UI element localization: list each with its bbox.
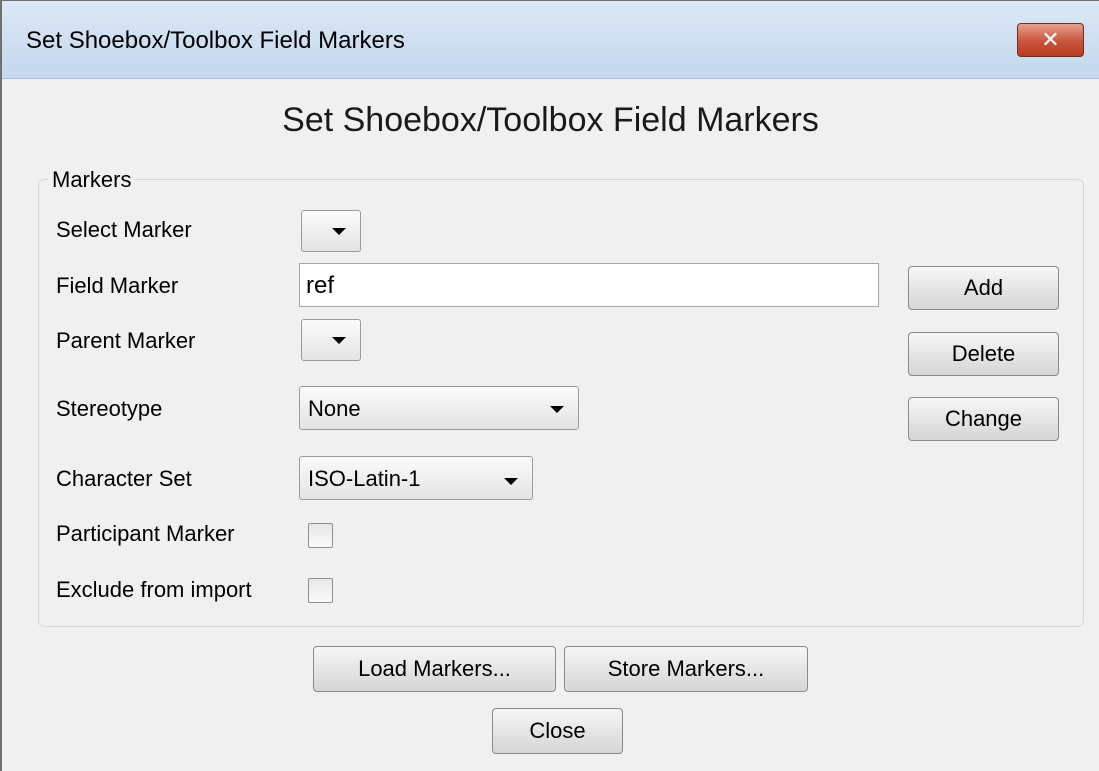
load-markers-button[interactable]: Load Markers... <box>313 646 556 692</box>
close-button[interactable]: Close <box>492 708 623 754</box>
field-marker-input[interactable]: ref <box>299 263 879 307</box>
chevron-down-icon <box>550 406 564 413</box>
exclude-from-import-label: Exclude from import <box>56 577 252 602</box>
character-set-dropdown[interactable]: ISO-Latin-1 <box>299 456 533 500</box>
parent-marker-dropdown[interactable] <box>301 319 361 361</box>
stereotype-label: Stereotype <box>56 396 163 421</box>
chevron-down-icon <box>332 337 346 344</box>
markers-group-label: Markers <box>48 167 136 193</box>
close-icon: ✕ <box>1041 27 1060 52</box>
participant-marker-label: Participant Marker <box>56 521 235 546</box>
change-button[interactable]: Change <box>908 397 1059 441</box>
window-close-button[interactable]: ✕ <box>1017 23 1084 57</box>
stereotype-dropdown[interactable]: None <box>299 386 579 430</box>
window-title: Set Shoebox/Toolbox Field Markers <box>26 27 405 54</box>
add-button[interactable]: Add <box>908 266 1059 310</box>
store-markers-button[interactable]: Store Markers... <box>564 646 808 692</box>
chevron-down-icon <box>504 478 518 485</box>
dialog-window: Set Shoebox/Toolbox Field Markers ✕ Set … <box>0 0 1099 771</box>
chevron-down-icon <box>332 228 346 235</box>
field-marker-label: Field Marker <box>56 273 179 298</box>
select-marker-label: Select Marker <box>56 217 192 242</box>
participant-marker-checkbox[interactable] <box>308 523 333 548</box>
title-bar: Set Shoebox/Toolbox Field Markers ✕ <box>2 1 1099 79</box>
dialog-heading: Set Shoebox/Toolbox Field Markers <box>282 101 819 139</box>
character-set-label: Character Set <box>56 466 192 491</box>
parent-marker-label: Parent Marker <box>56 328 196 353</box>
exclude-from-import-checkbox[interactable] <box>308 578 333 603</box>
delete-button[interactable]: Delete <box>908 332 1059 376</box>
select-marker-dropdown[interactable] <box>301 210 361 252</box>
